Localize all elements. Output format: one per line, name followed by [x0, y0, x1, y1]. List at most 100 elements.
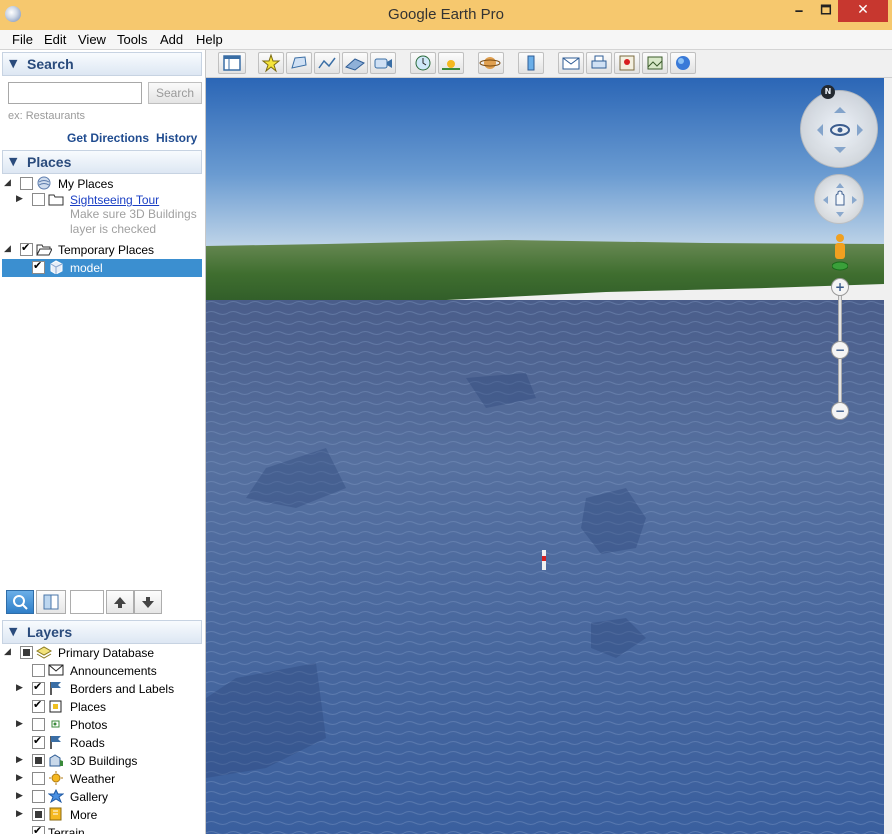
add-placemark-button[interactable] [258, 52, 284, 74]
earth-scene[interactable] [206, 78, 884, 834]
zoom-slider-handle[interactable]: − [831, 341, 849, 359]
tree-row-model[interactable]: model [0, 259, 200, 277]
layers-panel-header[interactable]: ▼ Layers [2, 620, 202, 644]
layers-stack-icon [35, 645, 53, 659]
layer-row-terrain[interactable]: Terrain [0, 824, 200, 834]
layer-checkbox[interactable] [32, 790, 45, 803]
layer-row-gallery[interactable]: ▶ Gallery [0, 788, 200, 806]
menu-add[interactable]: Add [160, 32, 183, 47]
menu-tools[interactable]: Tools [117, 32, 147, 47]
expand-arrow-icon[interactable]: ▶ [16, 718, 26, 729]
sightseeing-tour-link[interactable]: Sightseeing Tour [70, 193, 159, 207]
layer-row-weather[interactable]: ▶ Weather [0, 770, 200, 788]
places-filter-box[interactable] [70, 590, 104, 614]
primary-database-checkbox[interactable] [20, 646, 33, 659]
layer-row-roads[interactable]: Roads [0, 734, 200, 752]
temporary-places-label: Temporary Places [58, 243, 155, 257]
search-input[interactable] [8, 82, 142, 104]
image-icon [647, 56, 663, 70]
minimize-button[interactable]: 🗕 [784, 0, 814, 22]
map-pin-icon [619, 55, 635, 71]
tree-row-primary-database[interactable]: ◢ Primary Database [0, 644, 200, 662]
expand-arrow-icon[interactable]: ▶ [16, 682, 26, 693]
menu-help[interactable]: Help [196, 32, 223, 47]
historical-imagery-button[interactable] [410, 52, 436, 74]
view-in-google-maps-button[interactable] [614, 52, 640, 74]
add-polygon-button[interactable] [286, 52, 312, 74]
globe-icon [36, 176, 52, 190]
model-marker[interactable] [542, 550, 546, 570]
street-view-pegman-icon[interactable] [831, 233, 849, 271]
layer-checkbox[interactable] [32, 718, 45, 731]
arrow-up-icon [114, 597, 126, 608]
temporary-places-checkbox[interactable] [20, 241, 33, 256]
history-link[interactable]: History [156, 131, 197, 145]
menu-view[interactable]: View [78, 32, 106, 47]
layer-checkbox[interactable] [32, 754, 45, 767]
layer-checkbox[interactable] [32, 734, 45, 749]
get-directions-link[interactable]: Get Directions [67, 131, 149, 145]
my-places-checkbox[interactable] [20, 177, 33, 190]
layer-checkbox[interactable] [32, 680, 45, 695]
record-tour-button[interactable] [370, 52, 396, 74]
search-panel-header[interactable]: ▼ Search [2, 52, 202, 76]
expand-arrow-icon[interactable]: ▶ [16, 790, 26, 801]
zoom-slider[interactable]: + − − [830, 278, 850, 424]
more-icon [48, 807, 64, 821]
menu-file[interactable]: File [12, 32, 33, 47]
collapse-arrow-icon[interactable]: ◢ [4, 243, 14, 254]
model-cube-icon [48, 260, 64, 275]
layer-label: Borders and Labels [70, 682, 175, 696]
tree-row-temporary-places[interactable]: ◢ Temporary Places [0, 241, 200, 259]
layer-row-more[interactable]: ▶ More [0, 806, 200, 824]
sightseeing-tour-checkbox[interactable] [32, 193, 45, 206]
zoom-in-button[interactable]: + [831, 278, 849, 296]
earth-gallery-button[interactable] [670, 52, 696, 74]
menu-edit[interactable]: Edit [44, 32, 66, 47]
zoom-out-button[interactable]: − [831, 402, 849, 420]
look-joystick[interactable]: N [800, 85, 878, 168]
expand-arrow-icon[interactable]: ▶ [16, 193, 26, 204]
layer-row-photos[interactable]: ▶ Photos [0, 716, 200, 734]
layer-row-3d-buildings[interactable]: ▶ 3D Buildings [0, 752, 200, 770]
switch-planet-button[interactable] [478, 52, 504, 74]
eye-icon [817, 107, 863, 153]
maximize-button[interactable]: 🗖 [811, 0, 841, 22]
layer-label: Gallery [70, 790, 109, 804]
layers-panel-title: Layers [27, 624, 73, 640]
places-panel-header[interactable]: ▼ Places [2, 150, 202, 174]
expand-arrow-icon[interactable]: ▶ [16, 754, 26, 765]
layer-row-places[interactable]: Places [0, 698, 200, 716]
move-down-button[interactable] [134, 590, 162, 614]
layer-checkbox[interactable] [32, 664, 45, 677]
expand-arrow-icon[interactable]: ▶ [16, 772, 26, 783]
print-button[interactable] [586, 52, 612, 74]
planet-icon [479, 57, 501, 69]
save-image-button[interactable] [642, 52, 668, 74]
sunlight-button[interactable] [438, 52, 464, 74]
collapse-arrow-icon[interactable]: ◢ [4, 177, 14, 188]
layer-row-announcements[interactable]: Announcements [0, 662, 200, 680]
layer-checkbox[interactable] [32, 824, 45, 834]
layer-row-borders-and-labels[interactable]: ▶ Borders and Labels [0, 680, 200, 698]
earth-3d-view[interactable]: N + − − [206, 78, 884, 834]
ruler-button[interactable] [518, 52, 544, 74]
add-image-overlay-button[interactable] [342, 52, 368, 74]
search-places-toggle[interactable] [6, 590, 34, 614]
layer-label: Roads [70, 736, 105, 750]
move-joystick[interactable] [814, 174, 864, 224]
search-button[interactable]: Search [148, 82, 202, 104]
layer-checkbox[interactable] [32, 808, 45, 821]
sidebar-toggle-button[interactable] [36, 590, 66, 614]
close-button[interactable]: ✕ [838, 0, 888, 22]
collapse-arrow-icon[interactable]: ◢ [4, 646, 14, 657]
expand-arrow-icon[interactable]: ▶ [16, 808, 26, 819]
hide-sidebar-button[interactable] [218, 52, 246, 74]
layer-checkbox[interactable] [32, 772, 45, 785]
layer-checkbox[interactable] [32, 698, 45, 713]
move-up-button[interactable] [106, 590, 134, 614]
model-checkbox[interactable] [32, 259, 45, 274]
email-button[interactable] [558, 52, 584, 74]
add-path-button[interactable] [314, 52, 340, 74]
arrow-down-icon [142, 597, 154, 608]
